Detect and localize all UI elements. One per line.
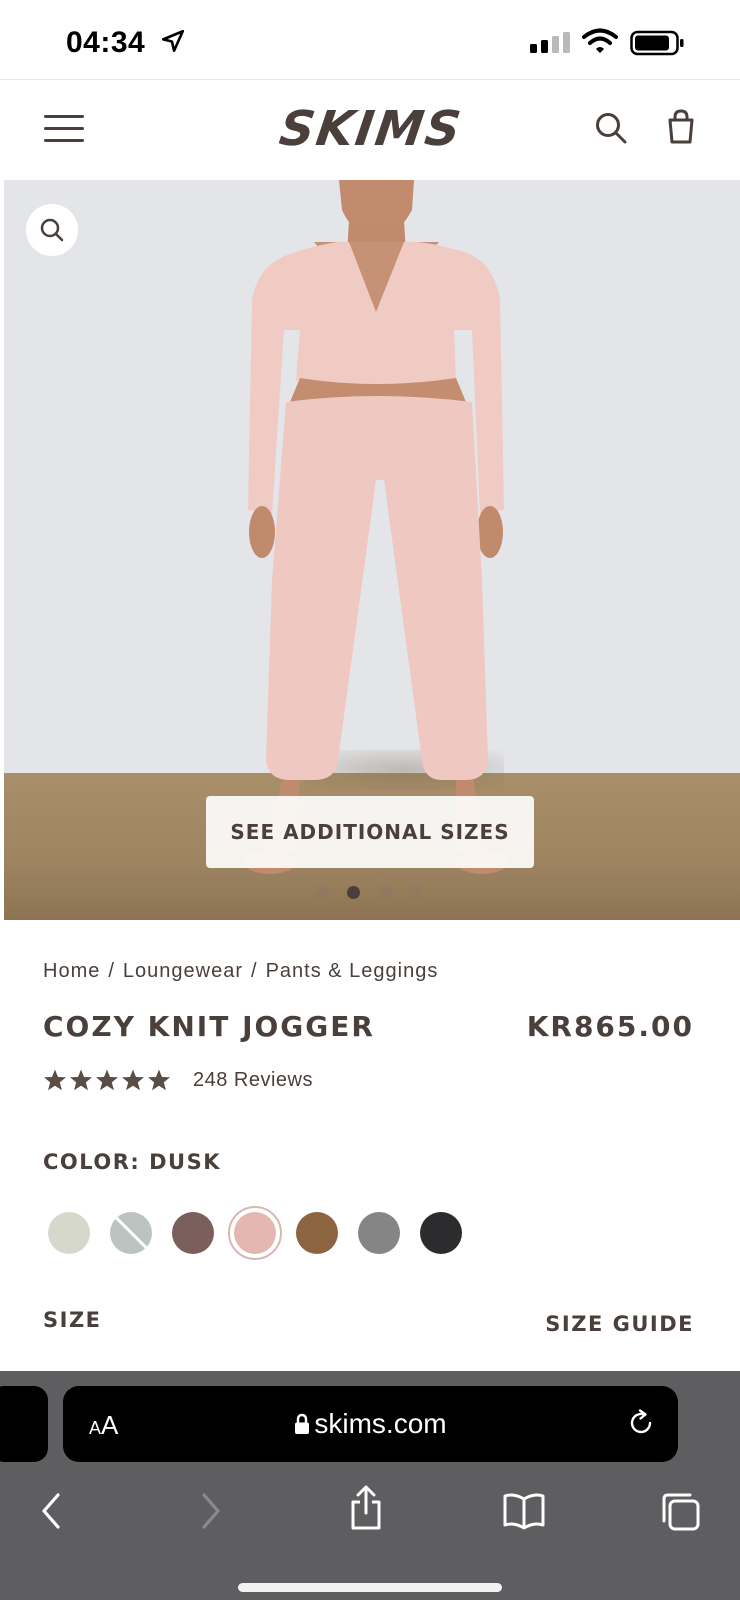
color-label: COLOR: DUSK — [43, 1150, 222, 1174]
star-icon — [122, 1069, 144, 1091]
forward-icon[interactable] — [196, 1491, 226, 1531]
rating-stars — [43, 1068, 171, 1092]
carousel-dot-active[interactable] — [347, 886, 360, 899]
swatch-selected-ring — [228, 1206, 282, 1260]
star-icon — [44, 1069, 66, 1091]
swatch-light-sage[interactable] — [48, 1212, 90, 1254]
location-arrow-icon — [161, 29, 185, 53]
url-text: skims.com — [314, 1408, 447, 1439]
swatch-caramel[interactable] — [296, 1212, 338, 1254]
swatch-gray[interactable] — [358, 1212, 400, 1254]
search-icon[interactable] — [594, 111, 628, 145]
address-bar[interactable]: AAAA skims.com — [63, 1386, 678, 1462]
breadcrumb-loungewear[interactable]: Loungewear — [123, 960, 243, 983]
site-header: SKIMS — [0, 81, 740, 179]
hamburger-menu-icon[interactable] — [44, 113, 84, 145]
carousel-dot[interactable] — [316, 886, 329, 899]
product-rating[interactable]: 248 Reviews — [43, 1068, 313, 1092]
star-icon — [96, 1069, 118, 1091]
reload-icon[interactable] — [626, 1408, 656, 1438]
status-bar: 04:34 — [0, 0, 740, 80]
home-indicator[interactable] — [238, 1583, 502, 1592]
breadcrumb: Home / Loungewear / Pants & Leggings — [43, 960, 439, 983]
tabs-icon[interactable] — [660, 1491, 702, 1533]
zoom-search-icon — [40, 218, 64, 242]
star-icon — [148, 1069, 170, 1091]
browser-chrome: AAAA skims.com — [0, 1371, 740, 1600]
url-field[interactable]: skims.com — [63, 1408, 678, 1440]
star-icon — [70, 1069, 92, 1091]
product-price: KR865.00 — [526, 1010, 694, 1043]
shopping-bag-icon[interactable] — [666, 109, 696, 145]
product-image[interactable]: SEE ADDITIONAL SIZES — [4, 180, 740, 920]
status-time: 04:34 — [66, 26, 146, 59]
size-guide-link[interactable]: SIZE GUIDE — [545, 1312, 694, 1336]
color-swatches — [48, 1206, 462, 1260]
breadcrumb-home[interactable]: Home — [43, 960, 100, 983]
wifi-icon — [582, 28, 618, 53]
size-label: SIZE — [43, 1308, 102, 1332]
bookmarks-icon[interactable] — [502, 1491, 546, 1531]
back-icon[interactable] — [36, 1491, 66, 1531]
reviews-link[interactable]: 248 Reviews — [193, 1069, 313, 1092]
swatch-mauve-brown[interactable] — [172, 1212, 214, 1254]
carousel-dot[interactable] — [409, 886, 422, 899]
browser-toolbar — [0, 1485, 740, 1551]
see-additional-sizes-button[interactable]: SEE ADDITIONAL SIZES — [206, 796, 534, 868]
carousel-dot[interactable] — [378, 886, 391, 899]
swatch-onyx[interactable] — [420, 1212, 462, 1254]
product-title: COZY KNIT JOGGER — [43, 1010, 375, 1043]
carousel-dots[interactable] — [316, 886, 422, 899]
cellular-signal-icon — [530, 32, 570, 53]
zoom-button[interactable] — [26, 204, 78, 256]
swatch-dusk[interactable] — [234, 1212, 276, 1254]
battery-icon — [630, 30, 684, 56]
share-icon[interactable] — [348, 1485, 384, 1531]
brand-logo[interactable]: SKIMS — [272, 101, 470, 157]
lock-icon — [295, 1413, 310, 1434]
breadcrumb-pants-leggings[interactable]: Pants & Leggings — [266, 960, 439, 983]
swatch-light-gray-blue-unavailable[interactable] — [110, 1212, 152, 1254]
previous-tab-preview[interactable] — [0, 1386, 48, 1462]
